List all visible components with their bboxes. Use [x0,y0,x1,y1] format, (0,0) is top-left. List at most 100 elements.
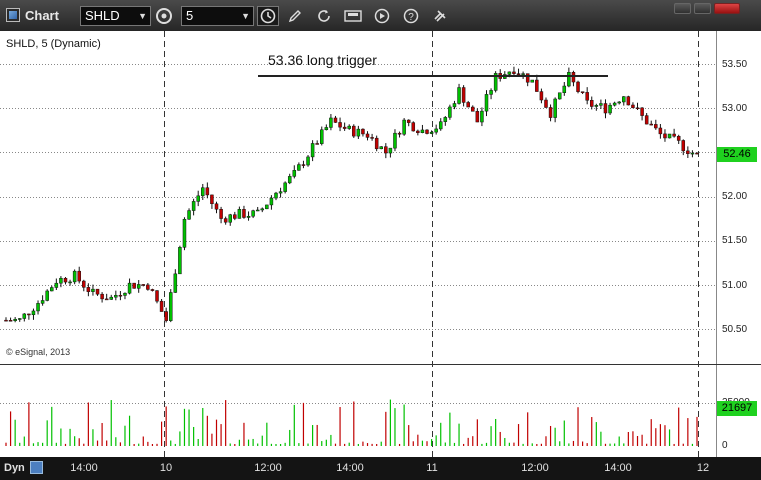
candle-body [484,94,489,112]
candle-body [40,300,45,304]
candle-body [489,90,493,95]
candle-body [686,150,690,154]
candle-body [525,73,530,83]
candle-body [626,96,631,106]
candle-body [242,209,246,218]
candle-body [393,132,397,149]
candle-body [539,91,544,101]
chart-header: SHLD, 5 (Dynamic) [6,38,101,50]
lock-icon[interactable] [30,461,43,474]
candle-body [438,121,443,130]
candle-body [594,105,599,107]
candle-body [219,208,223,219]
candle-body [681,140,686,152]
grid-lines [0,31,716,457]
last-price-flag: 52.46 [717,147,757,162]
candle-body [667,133,672,139]
candle-body [406,119,411,123]
chart-canvas [0,31,716,457]
candle-body [210,194,214,205]
candle-body [146,284,150,290]
candle-body [283,182,287,192]
candle-body [109,296,114,300]
candle-body [521,73,525,75]
copyright-label: © eSignal, 2013 [6,347,71,357]
candle-body [292,170,297,177]
candle-body [13,318,17,322]
candle-body [443,117,448,122]
candle-body [27,313,31,316]
volume-bars [5,399,698,446]
time-label: 12:00 [254,462,282,474]
candle-body [347,125,351,129]
candle-body [228,214,232,223]
candle-body [320,129,324,144]
candle-body [178,247,182,275]
candle-body [4,319,8,322]
candle-body [562,85,567,93]
candle-body [123,292,127,296]
candle-body [388,147,393,154]
time-axis[interactable] [0,457,761,480]
candle-body [567,72,571,87]
candle-body [544,99,548,108]
candle-body [589,100,594,107]
candle-body [507,71,512,75]
candle-body [576,81,580,92]
candle-body [365,133,370,138]
candle-body [132,282,136,289]
candle-body [255,209,260,212]
candle-body [95,288,100,295]
dynamic-mode-label[interactable]: Dyn [4,462,25,474]
candle-body [114,294,118,298]
candle-body [168,292,173,321]
candle-body [196,195,200,202]
candle-body [306,156,310,166]
candle-body [310,143,315,158]
candle-body [59,277,63,284]
candle-body [100,293,104,300]
candle-body [68,281,72,284]
candle-body [187,210,191,220]
candle-body [457,87,461,104]
candle-body [516,73,521,75]
candle-body [374,137,379,150]
candle-body [461,87,466,103]
time-label: 14:00 [336,462,364,474]
candle-body [356,128,361,137]
candle-body [287,176,292,184]
candle-body [402,119,406,135]
candle-body [448,106,452,118]
candle-body [654,124,658,129]
candle-body [434,128,438,133]
price-tick: 50.50 [722,324,748,335]
candle-body [164,311,168,321]
candle-body [173,273,178,293]
candle-body [201,187,205,197]
candle-body [150,289,155,291]
candle-body [429,131,434,134]
candle-body [452,103,457,108]
candle-body [233,214,237,219]
candle-body [54,282,59,288]
candle-body [246,215,251,218]
candle-body [658,127,663,135]
candle-body [182,218,187,248]
candle-body [379,146,383,150]
trigger-annotation[interactable]: 53.36 long trigger [268,52,377,68]
candle-body [315,143,319,145]
candle-body [82,280,86,288]
time-label: 14:00 [604,462,632,474]
candle-body [553,98,557,118]
candle-body [214,203,219,210]
price-candles [4,66,699,323]
candle-body [104,298,109,301]
candle-body [599,103,603,106]
candle-body [466,102,470,108]
volume-tick: 0 [722,440,728,451]
candle-body [580,91,585,93]
time-label: 11 [426,462,438,474]
candle-body [411,122,416,132]
candle-body [585,92,589,101]
candle-body [420,129,425,133]
